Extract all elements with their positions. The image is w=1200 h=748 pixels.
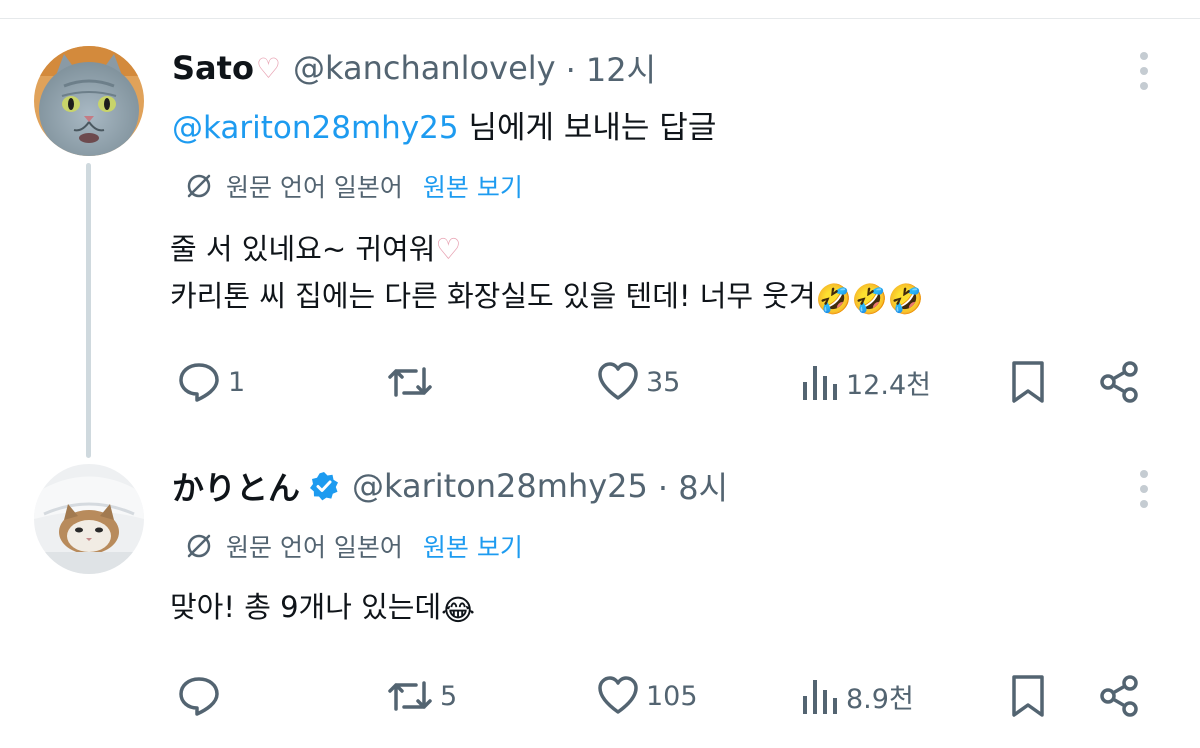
repost-count: 5 — [440, 680, 458, 712]
repost-button[interactable]: 5 — [386, 668, 457, 724]
user-handle[interactable]: @kanchanlovely — [293, 49, 556, 87]
view-count: 8.9천 — [846, 683, 914, 715]
share-icon — [1100, 361, 1138, 403]
rofl-emoji: 🤣🤣🤣 — [815, 282, 924, 316]
more-dot — [1140, 470, 1148, 478]
avatar-kariton[interactable] — [34, 464, 144, 574]
name-heart-mark: ♡ — [255, 51, 282, 85]
post-actions: 1 35 12.4천 — [0, 354, 1200, 410]
display-name[interactable]: かりとん — [172, 463, 300, 509]
share-button[interactable] — [1098, 354, 1142, 410]
repost-icon — [388, 681, 432, 711]
reply-suffix: 님에게 보내는 답글 — [458, 110, 717, 146]
post-body-line: 맞아! 총 9개나 있는데😂 — [170, 590, 476, 627]
more-dot — [1140, 52, 1148, 60]
reply-mention-link[interactable]: @kariton28mhy25 — [172, 110, 459, 146]
repost-icon — [388, 367, 432, 397]
heart-icon — [598, 676, 638, 714]
cat-avatar-icon — [34, 46, 144, 156]
top-divider — [0, 18, 1200, 19]
repost-button[interactable] — [386, 354, 440, 410]
more-options-button[interactable] — [1126, 466, 1162, 512]
like-button[interactable]: 105 — [596, 668, 698, 724]
display-name[interactable]: Sato — [172, 49, 254, 87]
like-count: 35 — [646, 366, 681, 398]
post-time[interactable]: · 12시 — [566, 45, 657, 91]
views-chart-icon — [803, 366, 837, 400]
laughing-emoji: 😂 — [441, 593, 476, 627]
post-body: 맞아! 총 9개나 있는데😂 — [170, 584, 475, 631]
cat-avatar-icon — [34, 464, 144, 574]
share-button[interactable] — [1098, 668, 1142, 724]
post-header: Sato ♡ @kanchanlovely · 12시 — [172, 45, 657, 91]
translate-icon — [187, 174, 211, 198]
reply-count: 1 — [228, 366, 246, 398]
replying-to: @kariton28mhy25 님에게 보내는 답글 — [172, 102, 716, 147]
reply-icon — [179, 677, 219, 716]
more-dot — [1140, 67, 1148, 75]
show-original-link[interactable]: 원본 보기 — [423, 168, 523, 204]
thread-connector-line — [86, 163, 91, 458]
reply-button[interactable] — [176, 668, 228, 724]
post-actions: 5 105 8.9천 — [0, 668, 1200, 724]
post-body: 줄 서 있네요~ 귀여워♡ 카리톤 씨 집에는 다른 화장실도 있을 텐데! 너… — [170, 226, 924, 320]
post-header: かりとん @kariton28mhy25 · 8시 — [172, 463, 728, 509]
post-body-line: 줄 서 있네요~ 귀여워♡ — [170, 232, 462, 266]
like-count: 105 — [646, 680, 698, 712]
views-button[interactable]: 12.4천 — [800, 354, 931, 410]
views-button[interactable]: 8.9천 — [800, 668, 914, 724]
translation-row: 원문 언어 일본어 원본 보기 — [184, 168, 523, 204]
heart-icon — [598, 362, 638, 400]
reply-icon — [179, 363, 219, 402]
bookmark-icon — [1012, 361, 1044, 403]
bookmark-button[interactable] — [1008, 354, 1048, 410]
bookmark-button[interactable] — [1008, 668, 1048, 724]
like-button[interactable]: 35 — [596, 354, 680, 410]
view-count: 12.4천 — [846, 369, 931, 401]
translation-row: 원문 언어 일본어 원본 보기 — [184, 528, 523, 564]
verified-badge-icon — [308, 470, 340, 502]
heart-emoji: ♡ — [435, 232, 462, 266]
more-dot — [1140, 485, 1148, 493]
original-language-label: 원문 언어 일본어 — [226, 173, 403, 202]
avatar-sato[interactable] — [34, 46, 144, 156]
post-body-line: 카리톤 씨 집에는 다른 화장실도 있을 텐데! 너무 웃겨🤣🤣🤣 — [170, 279, 924, 316]
share-icon — [1100, 675, 1138, 717]
more-options-button[interactable] — [1126, 48, 1162, 94]
post-time[interactable]: · 8시 — [658, 463, 728, 509]
user-handle[interactable]: @kariton28mhy25 — [352, 467, 648, 505]
bookmark-icon — [1012, 675, 1044, 717]
translate-icon — [187, 534, 211, 558]
more-dot — [1140, 500, 1148, 508]
show-original-link[interactable]: 원본 보기 — [423, 528, 523, 564]
reply-button[interactable]: 1 — [176, 354, 245, 410]
views-chart-icon — [803, 680, 837, 714]
more-dot — [1140, 82, 1148, 90]
original-language-label: 원문 언어 일본어 — [226, 533, 403, 562]
